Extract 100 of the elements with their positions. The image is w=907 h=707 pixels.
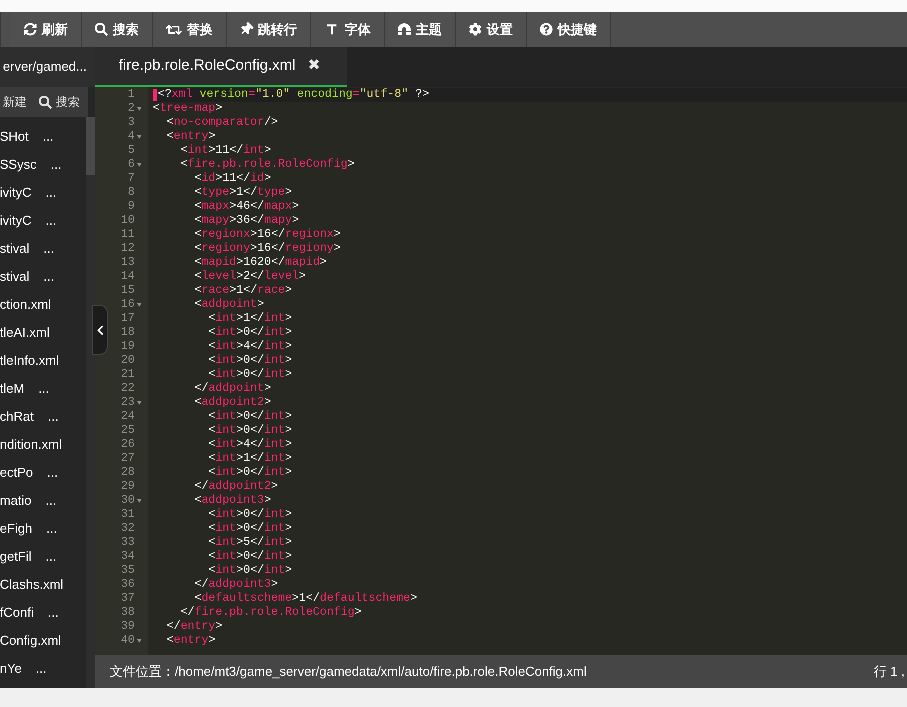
file-item[interactable]: stival ... [0, 235, 86, 263]
more-mark: ... [46, 212, 57, 230]
file-name: fConfi [0, 604, 34, 622]
search-icon [95, 23, 108, 36]
file-item[interactable]: fConfi ... [0, 599, 86, 627]
file-item[interactable]: tleInfo.xml [0, 347, 86, 375]
code-line: </addpoint2> [194, 480, 278, 494]
line-number: 14 [121, 270, 135, 284]
file-item[interactable]: eFigh ... [0, 515, 86, 543]
code-line: <int>0</int> [208, 424, 292, 438]
line-number: 37 [121, 592, 135, 606]
code-line: <level>2</level> [194, 270, 306, 284]
code-line: <mapid>1620</mapid> [194, 256, 328, 270]
sidebar-action[interactable]: 搜索 [36, 93, 83, 111]
scrollbar-thumb [86, 117, 95, 175]
fold-arrow-icon[interactable] [137, 135, 142, 139]
line-number: 4 [128, 130, 135, 144]
more-mark: ... [36, 660, 47, 678]
more-mark: ... [48, 604, 59, 622]
code-line: <int>0</int> [208, 522, 292, 536]
fold-arrow-icon[interactable] [137, 107, 142, 111]
editor-tab[interactable]: fire.pb.role.RoleConfig.xml ✖ [95, 47, 347, 87]
file-item[interactable]: Config.xml [0, 627, 86, 655]
more-mark: ... [46, 548, 57, 566]
line-number: 40 [121, 634, 135, 648]
loop-arrows-icon [166, 22, 182, 36]
line-number: 23 [121, 396, 135, 410]
fold-arrow-icon[interactable] [137, 499, 142, 503]
line-number: 26 [121, 438, 135, 452]
line-number: 22 [121, 382, 135, 396]
code-line: <mapy>36</mapy> [194, 214, 300, 228]
file-name: SHot [0, 128, 29, 146]
file-item[interactable]: tleAI.xml [0, 319, 86, 347]
file-item[interactable]: ivityC ... [0, 179, 86, 207]
code-line: <int>0</int> [208, 410, 292, 424]
text-cursor [153, 89, 157, 101]
file-item[interactable]: nYe ... [0, 655, 86, 683]
fold-arrow-icon[interactable] [137, 303, 142, 307]
code-line: <id>11</id> [194, 172, 272, 186]
line-number: 38 [121, 606, 135, 620]
line-number: 39 [121, 620, 135, 634]
line-number: 7 [128, 172, 135, 186]
line-number: 31 [121, 508, 135, 522]
file-item[interactable]: matio ... [0, 487, 86, 515]
line-number: 34 [121, 550, 135, 564]
code-line: <int>1</int> [208, 312, 292, 326]
code-line: <addpoint> [194, 298, 264, 312]
magnet-icon [398, 23, 411, 36]
file-name: SSysc [0, 156, 37, 174]
file-name: eFigh [0, 520, 33, 538]
code-line: <mapx>46</mapx> [194, 200, 300, 214]
line-number: 32 [121, 522, 135, 536]
line-number: 35 [121, 564, 135, 578]
more-mark: ... [44, 240, 54, 258]
file-item[interactable]: ivityC ... [0, 207, 86, 235]
code-line: <int>11</int> [180, 144, 272, 158]
line-number: 2 [128, 102, 135, 116]
file-item[interactable]: getFil ... [0, 543, 86, 571]
file-name: tleM [0, 380, 25, 398]
file-item[interactable]: SHot ... [0, 123, 86, 151]
line-number: 30 [121, 494, 135, 508]
line-number: 13 [121, 256, 135, 270]
line-number: 21 [121, 368, 135, 382]
fold-arrow-icon[interactable] [137, 163, 142, 167]
file-item[interactable]: tleM ... [0, 375, 86, 403]
code-line: <int>0</int> [208, 466, 292, 480]
file-name: ndition.xml [0, 436, 62, 454]
code-line: <int>4</int> [208, 438, 292, 452]
line-number: 17 [121, 312, 135, 326]
file-item[interactable]: SSysc ... [0, 151, 86, 179]
file-item[interactable]: ction.xml [0, 291, 86, 319]
code-line: <regionx>16</regionx> [194, 228, 341, 242]
code-line: <int>5</int> [208, 536, 292, 550]
line-number: 12 [121, 242, 135, 256]
tab-title: fire.pb.role.RoleConfig.xml [119, 56, 296, 76]
file-item[interactable]: ndition.xml [0, 431, 86, 459]
file-path: 文件位置：/home/mt3/game_server/gamedata/xml/auto/fire.pb.role.RoleConfig.xml [110, 662, 587, 681]
file-item[interactable]: chRat ... [0, 403, 86, 431]
refresh-icon [24, 23, 37, 36]
chevron-left-icon [96, 324, 104, 336]
fold-arrow-icon[interactable] [137, 639, 142, 643]
line-number: 8 [128, 186, 135, 200]
code-line: <regiony>16</regiony> [194, 242, 341, 256]
more-mark: ... [46, 520, 58, 538]
close-button[interactable]: ✖ [308, 54, 321, 78]
sidebar-action[interactable]: 新建 [0, 93, 30, 111]
line-number: 15 [121, 284, 135, 298]
file-item[interactable]: stival ... [0, 263, 86, 291]
more-mark: ... [42, 128, 54, 146]
collapse-handle[interactable] [92, 305, 108, 355]
fold-arrow-icon[interactable] [137, 401, 142, 405]
more-mark: ... [47, 464, 58, 482]
line-number: 3 [128, 116, 135, 130]
file-item[interactable]: Clashs.xml [0, 571, 86, 599]
file-name: matio [0, 492, 32, 510]
file-name: ction.xml [0, 296, 52, 314]
file-item[interactable]: ectPo ... [0, 459, 86, 487]
file-name: nYe [0, 660, 22, 678]
code-line: <type>1</type> [194, 186, 292, 200]
code-line: <no-comparator/> [166, 116, 278, 130]
